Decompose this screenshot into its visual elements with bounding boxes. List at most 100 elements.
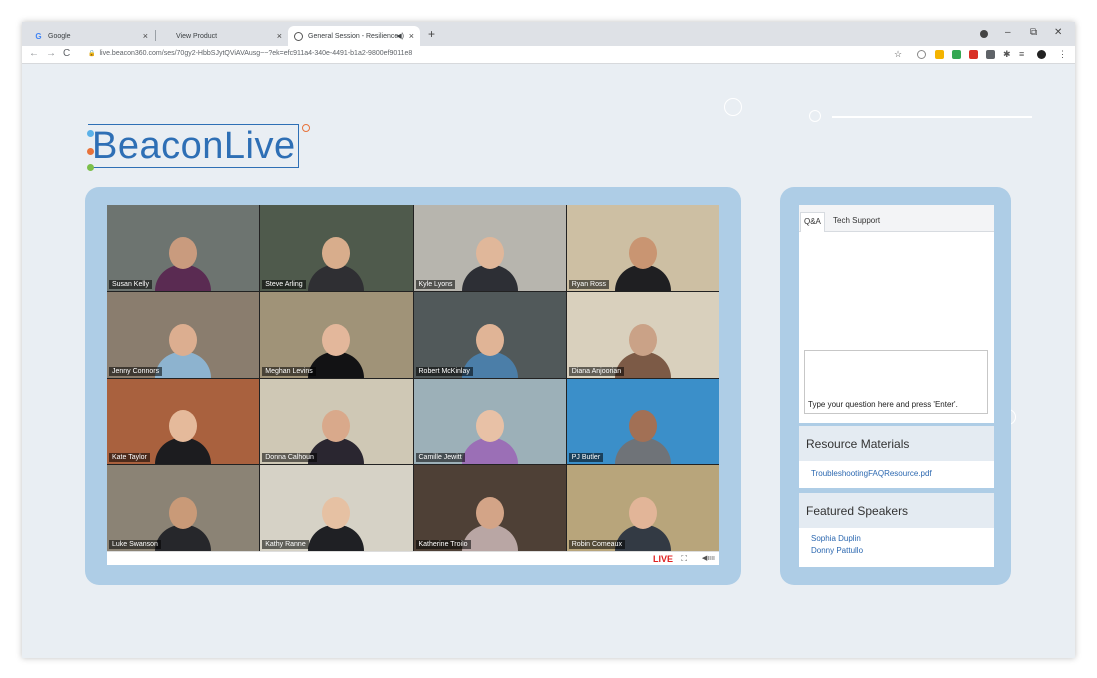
menu-icon[interactable]: ⋮ — [1058, 49, 1067, 60]
close-window-icon[interactable]: ✕ — [1054, 27, 1062, 38]
decorative-circle — [809, 110, 821, 122]
close-icon[interactable]: × — [277, 31, 282, 41]
participant-tile[interactable]: Robert McKinlay — [413, 291, 566, 378]
decorative-line — [832, 116, 1032, 118]
question-input[interactable] — [804, 350, 988, 414]
participant-name: Camille Jewitt — [415, 453, 465, 463]
participant-tile[interactable]: Diana Anjoorian — [566, 291, 719, 378]
participant-name: Ryan Ross — [568, 279, 609, 289]
participant-name: Robin Comeaux — [568, 540, 625, 549]
participant-name: Steve Arling — [262, 279, 306, 289]
extension-icon[interactable] — [986, 50, 995, 59]
participant-name: PJ Butler — [568, 453, 604, 463]
pdf-extension-icon[interactable] — [969, 50, 978, 59]
speaker-link[interactable]: Sophia Duplin — [811, 534, 861, 543]
participant-video — [461, 410, 518, 465]
participant-name: Katherine Troilo — [415, 540, 471, 549]
participant-video — [155, 323, 212, 378]
live-indicator: LIVE — [652, 554, 673, 564]
puzzle-icon[interactable]: ✱ — [1003, 49, 1011, 60]
lock-icon: 🔒 — [88, 51, 96, 57]
tab-title: View Product — [176, 32, 218, 40]
tab-qa[interactable]: Q&A — [800, 212, 825, 232]
participant-name: Susan Kelly — [109, 279, 152, 289]
new-tab-button[interactable]: + — [428, 27, 435, 41]
decorative-circle — [724, 98, 742, 116]
resource-materials-title: Resource Materials — [799, 426, 994, 461]
tab-view-product[interactable]: View Product × — [170, 26, 288, 46]
tab-strip: G Google × View Product × General Sessio… — [22, 22, 1075, 46]
globe-icon — [294, 31, 303, 41]
participant-tile[interactable]: Camille Jewitt — [413, 378, 566, 465]
resource-materials-box: Resource Materials TroubleshootingFAQRes… — [799, 426, 994, 488]
participant-name: Kyle Lyons — [415, 279, 456, 289]
back-icon[interactable]: ← — [29, 48, 39, 59]
participant-tile[interactable]: Jenny Connors — [107, 291, 260, 378]
participant-tile[interactable]: PJ Butler — [566, 378, 719, 465]
participant-tile[interactable]: Luke Swanson — [107, 465, 260, 551]
browser-window: G Google × View Product × General Sessio… — [22, 22, 1075, 658]
video-grid[interactable]: Susan Kelly Steve Arling Kyle Lyons Ryan Ro… — [107, 205, 719, 551]
speaker-link[interactable]: Donny Pattullo — [811, 546, 863, 555]
participant-video — [614, 236, 671, 291]
side-panel: Q&A Tech Support Resource Materials Trou… — [780, 187, 1011, 585]
tab-tech-support[interactable]: Tech Support — [830, 212, 883, 232]
participant-tile[interactable]: Susan Kelly — [107, 205, 260, 291]
participant-video — [461, 236, 518, 291]
forward-icon[interactable]: → — [46, 48, 56, 59]
participant-name: Jenny Connors — [109, 366, 163, 376]
video-panel: Susan Kelly Steve Arling Kyle Lyons Ryan Ro… — [85, 187, 741, 585]
video-controls: LIVE ⛶ ◀ıııı — [107, 551, 719, 565]
tab-title: General Session - Resilience — [308, 32, 399, 40]
star-icon[interactable]: ☆ — [894, 49, 902, 60]
participant-name: Kathy Ranne — [262, 540, 309, 549]
tab-google[interactable]: G Google × — [28, 26, 154, 46]
featured-speakers-title: Featured Speakers — [799, 493, 994, 528]
participant-video — [308, 497, 365, 551]
participant-video — [155, 497, 212, 551]
fullscreen-icon[interactable]: ⛶ — [681, 554, 687, 564]
minimize-icon[interactable]: – — [1005, 27, 1011, 38]
participant-video — [614, 410, 671, 465]
participant-tile[interactable]: Katherine Troilo — [413, 465, 566, 551]
extension-icon[interactable] — [935, 50, 944, 59]
reload-icon[interactable]: C — [63, 48, 70, 59]
avatar[interactable] — [1037, 50, 1046, 59]
resource-link[interactable]: TroubleshootingFAQResource.pdf — [811, 469, 932, 478]
participant-tile[interactable]: Robin Comeaux — [566, 465, 719, 551]
playlist-icon[interactable]: ≡ — [1019, 49, 1024, 59]
participant-video — [155, 236, 212, 291]
restore-icon[interactable]: ⧉ — [1030, 27, 1037, 38]
participant-tile[interactable]: Donna Calhoun — [260, 378, 413, 465]
participant-video — [155, 410, 212, 465]
browser-toolbar: ← → C 🔒 live.beacon360.com/ses/70gy2-HbbS… — [22, 46, 1075, 64]
participant-name: Donna Calhoun — [262, 453, 317, 463]
qa-tabs: Q&A Tech Support — [799, 205, 994, 232]
speaker-icon[interactable]: ◀) — [396, 32, 404, 40]
extension-icon[interactable] — [917, 50, 926, 59]
logo-dot — [87, 130, 94, 137]
participant-tile[interactable]: Meghan Levins — [260, 291, 413, 378]
participant-tile[interactable]: Steve Arling — [260, 205, 413, 291]
tab-title: Google — [48, 32, 71, 40]
volume-icon[interactable]: ◀ıııı — [702, 554, 715, 562]
beaconlive-logo[interactable]: BeaconLive — [88, 124, 299, 168]
profile-icon[interactable] — [980, 30, 988, 38]
close-icon[interactable]: × — [143, 31, 148, 41]
participant-tile[interactable]: Kyle Lyons — [413, 205, 566, 291]
participant-name: Diana Anjoorian — [568, 366, 625, 376]
logo-dot — [87, 164, 94, 171]
participant-tile[interactable]: Kathy Ranne — [260, 465, 413, 551]
participant-video — [308, 236, 365, 291]
close-icon[interactable]: × — [409, 31, 414, 41]
google-g-icon: G — [35, 31, 42, 41]
participant-name: Luke Swanson — [109, 540, 161, 549]
logo-dot — [302, 124, 310, 132]
address-bar[interactable]: 🔒 live.beacon360.com/ses/70gy2-HbbSJytQVi… — [88, 50, 412, 57]
qa-box: Q&A Tech Support — [799, 205, 994, 423]
participant-tile[interactable]: Kate Taylor — [107, 378, 260, 465]
extension-icon[interactable] — [952, 50, 961, 59]
url-text: live.beacon360.com/ses/70gy2-HbbSJytQViA… — [99, 50, 413, 57]
tab-general-session[interactable]: General Session - Resilience ◀) × — [288, 26, 420, 46]
participant-tile[interactable]: Ryan Ross — [566, 205, 719, 291]
